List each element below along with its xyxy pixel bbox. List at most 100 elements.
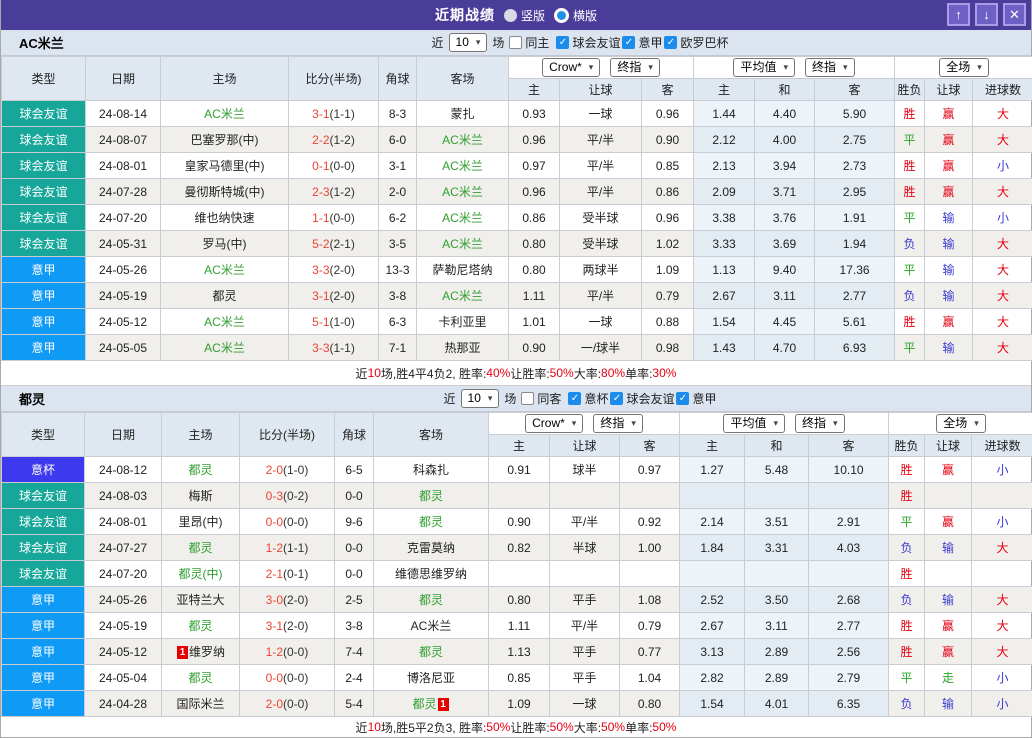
- radio-label[interactable]: 横版: [573, 7, 597, 24]
- checkbox-icon[interactable]: ✓: [610, 392, 623, 405]
- handicap-line: 受半球: [560, 231, 642, 257]
- section-filter-bar: AC米兰 近 10 ▾ 场 同主 ✓球会友谊✓意甲✓欧罗巴杯: [1, 30, 1031, 56]
- column-header: 客场: [374, 413, 489, 457]
- column-subheader: 客: [815, 79, 895, 101]
- corner-count: 8-3: [379, 101, 417, 127]
- checkbox-icon[interactable]: ✓: [556, 36, 569, 49]
- match-type-badge: 意甲: [2, 283, 86, 309]
- radio-icon[interactable]: [554, 8, 569, 23]
- match-date: 24-05-12: [86, 309, 161, 335]
- checkbox-icon[interactable]: [509, 36, 522, 49]
- summary-segment: 50%: [550, 720, 574, 734]
- handicap-line: 平/半: [560, 153, 642, 179]
- halftime-score: (1-1): [330, 341, 355, 355]
- halftime-score: (0-0): [330, 159, 355, 173]
- handicap-line: 平手: [550, 665, 620, 691]
- scope-select[interactable]: 全场▾: [936, 414, 986, 433]
- avg-away: [809, 561, 889, 587]
- halftime-score: (0-0): [283, 645, 308, 659]
- stats-table: 类型日期主场比分(半场)角球客场Crow*▾终指▾平均值▾终指▾全场▾ 主让球客…: [1, 412, 1032, 717]
- result-outcome: 平: [895, 205, 925, 231]
- close-button[interactable]: ✕: [1003, 3, 1026, 26]
- corner-count: 2-5: [335, 587, 374, 613]
- match-count-select[interactable]: 10 ▾: [449, 33, 488, 52]
- result-outcome: 胜: [895, 153, 925, 179]
- match-type-badge: 意甲: [2, 309, 86, 335]
- league-checkbox-球会友谊[interactable]: ✓球会友谊: [610, 390, 674, 407]
- odds-home: 1.11: [509, 283, 560, 309]
- average-select[interactable]: 平均值▾: [723, 414, 785, 433]
- summary-segment: 50%: [652, 720, 676, 734]
- same-venue-checkbox[interactable]: 同客: [521, 390, 561, 407]
- score-cell: 3-0(2-0): [240, 587, 335, 613]
- radio-icon[interactable]: [504, 9, 517, 22]
- checkbox-icon[interactable]: [521, 392, 534, 405]
- average-select[interactable]: 平均值▾: [733, 58, 795, 77]
- move-down-button[interactable]: ↓: [975, 3, 998, 26]
- layout-radio-vertical[interactable]: 竖版: [504, 7, 545, 24]
- league-checkboxes: ✓球会友谊✓意甲✓欧罗巴杯: [554, 34, 728, 51]
- dropdown-header-cell: 全场▾: [895, 57, 1032, 79]
- home-team: 1维罗纳: [162, 639, 240, 665]
- handicap-line: 平/半: [560, 179, 642, 205]
- bookmaker-select[interactable]: Crow*▾: [525, 414, 583, 433]
- score-cell: 1-2(1-1): [240, 535, 335, 561]
- fulltime-score: 0-3: [266, 489, 283, 503]
- radio-label[interactable]: 竖版: [521, 7, 545, 24]
- league-checkbox-意杯[interactable]: ✓意杯: [568, 390, 608, 407]
- result-outcome: 平: [895, 335, 925, 361]
- team-label: AC米兰: [204, 315, 245, 329]
- league-checkbox-球会友谊[interactable]: ✓球会友谊: [556, 34, 620, 51]
- match-date: 24-08-14: [86, 101, 161, 127]
- move-up-button[interactable]: ↑: [947, 3, 970, 26]
- layout-radio-horizontal[interactable]: 横版: [554, 7, 597, 24]
- recent-results-panel: 近期战绩 竖版 横版 ↑ ↓ ✕ AC米兰 近 10 ▾: [0, 0, 1032, 738]
- league-checkbox-意甲[interactable]: ✓意甲: [622, 34, 662, 51]
- avg-draw: 9.40: [755, 257, 815, 283]
- avg-away: 2.75: [815, 127, 895, 153]
- odds-home: 0.96: [509, 127, 560, 153]
- team-label: AC米兰: [442, 133, 483, 147]
- league-checkbox-欧罗巴杯[interactable]: ✓欧罗巴杯: [664, 34, 728, 51]
- odds-home: 0.90: [509, 335, 560, 361]
- checkbox-icon[interactable]: ✓: [676, 392, 689, 405]
- column-subheader: 和: [755, 79, 815, 101]
- match-type-badge: 意甲: [2, 691, 85, 717]
- table-row: 球会友谊24-05-31罗马(中)5-2(2-1)3-5AC米兰0.80受半球1…: [2, 231, 1032, 257]
- final-odds-select[interactable]: 终指▾: [805, 58, 855, 77]
- avg-draw: 3.94: [755, 153, 815, 179]
- same-venue-checkbox[interactable]: 同主: [509, 34, 549, 51]
- result-handicap: [925, 483, 972, 509]
- away-team: AC米兰: [417, 179, 509, 205]
- games-label: 场: [492, 34, 504, 51]
- summary-segment: 50%: [486, 720, 510, 734]
- result-outcome: 负: [895, 231, 925, 257]
- team-label: 博洛尼亚: [407, 671, 455, 685]
- bookmaker-select[interactable]: Crow*▾: [542, 58, 600, 77]
- column-header: 角球: [335, 413, 374, 457]
- column-subheader: 客: [642, 79, 694, 101]
- avg-draw: 3.71: [755, 179, 815, 205]
- match-count-select[interactable]: 10 ▾: [461, 389, 500, 408]
- checkbox-icon[interactable]: ✓: [622, 36, 635, 49]
- odds-away: 0.79: [620, 613, 680, 639]
- avg-draw: 3.51: [745, 509, 809, 535]
- final-odds-select[interactable]: 终指▾: [795, 414, 845, 433]
- summary-segment: 50%: [550, 366, 574, 380]
- scope-select[interactable]: 全场▾: [939, 58, 989, 77]
- result-handicap: [925, 561, 972, 587]
- column-header: 主场: [162, 413, 240, 457]
- home-team: 里昂(中): [162, 509, 240, 535]
- checkbox-icon[interactable]: ✓: [568, 392, 581, 405]
- team-label: 罗马(中): [203, 237, 247, 251]
- avg-home: 2.14: [680, 509, 745, 535]
- odds-home: 0.85: [489, 665, 550, 691]
- team-label: 都灵: [188, 671, 212, 685]
- match-date: 24-04-28: [85, 691, 162, 717]
- away-team: AC米兰: [374, 613, 489, 639]
- corner-count: 3-5: [379, 231, 417, 257]
- checkbox-icon[interactable]: ✓: [664, 36, 677, 49]
- final-odds-select[interactable]: 终指▾: [593, 414, 643, 433]
- league-checkbox-意甲[interactable]: ✓意甲: [676, 390, 716, 407]
- final-odds-select[interactable]: 终指▾: [610, 58, 660, 77]
